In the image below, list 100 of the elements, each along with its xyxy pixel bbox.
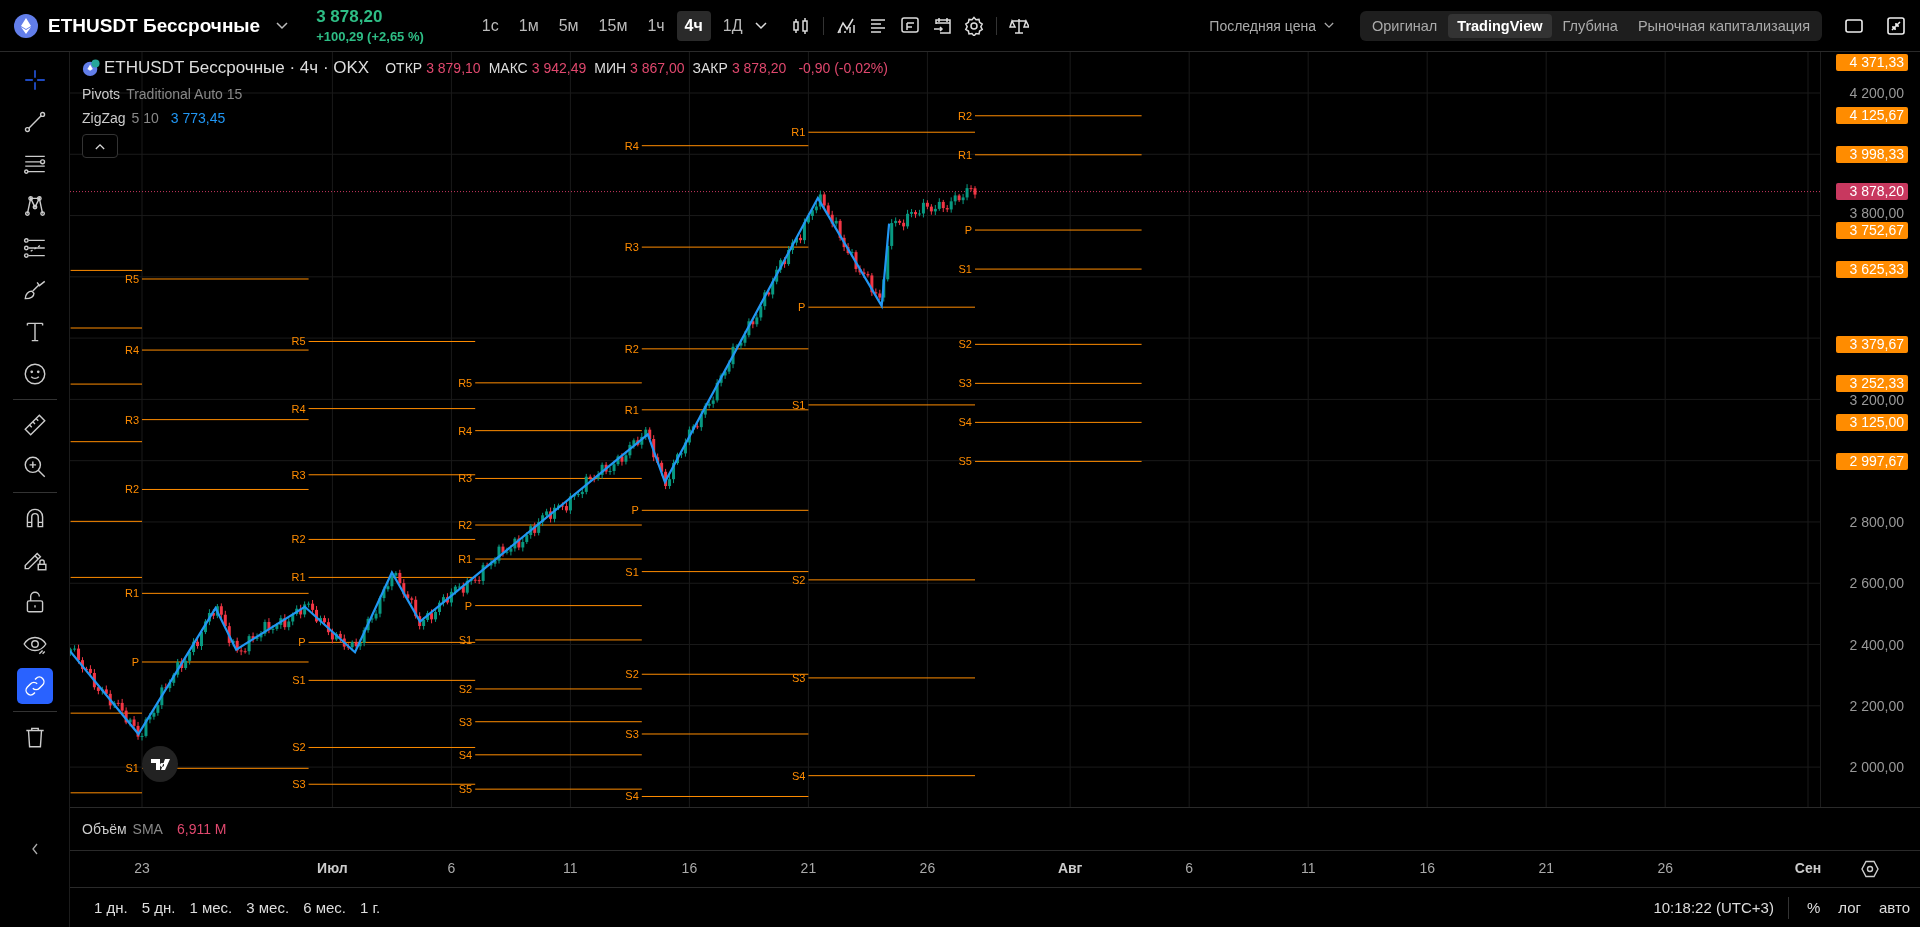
range-button[interactable]: 6 мес. [297,895,352,920]
time-tick: 6 [1185,860,1194,876]
view-tab[interactable]: Глубина [1553,13,1627,38]
pivot-label: S1 [958,263,972,276]
scale-option-button[interactable]: лог [1832,895,1867,920]
price-tick: 3 800,00 [1849,205,1904,222]
price-tick: 2 800,00 [1849,513,1904,530]
pivot-label: P [464,599,473,612]
interval-tab[interactable]: 1Д [714,10,751,41]
view-tab[interactable]: TradingView [1448,13,1552,38]
clock: 10:18:22 (UTC+3) [1653,899,1774,916]
interval-tab[interactable]: 15м [590,10,636,41]
pivot-label: R2 [458,519,473,531]
pivot-label: R5 [291,335,306,348]
pivot-label: P [298,636,306,649]
pivot-label: S2 [958,338,972,351]
pivot-label: S4 [958,416,972,429]
pivot-label: P [798,301,806,314]
price-label: 3 998,33 [1835,146,1908,164]
volume-name[interactable]: Объём [82,821,127,837]
ohlc-value: 3 878,20 [731,60,787,76]
price-label: 4 371,33 [1835,54,1908,71]
pivot-label: S2 [292,741,306,754]
price-label: 3 878,20 [1835,183,1908,201]
pivot-label: R3 [124,413,139,426]
ohlc-label: МИН [594,60,627,76]
pivot-label: R4 [291,402,306,415]
pivot-label: R1 [624,403,639,416]
pivot-label: S4 [791,769,806,782]
range-button[interactable]: 3 мес. [240,895,296,920]
scale-option-button[interactable]: % [1800,895,1827,920]
interval-tab[interactable]: 5м [550,10,587,41]
pivot-label: P [631,504,639,517]
price-tick: 2 600,00 [1849,575,1904,592]
chart-title: ETHUSDT Бессрочные · 4ч · OKX [104,58,370,78]
time-tick: 23 [134,860,150,876]
ohlc-label: ЗАКР [692,60,728,76]
price-tick: 3 200,00 [1849,392,1904,409]
ohlc-value: 3 867,00 [630,60,685,76]
price-change: +100,29 (+2,65 %) [316,29,424,44]
price-label: 2 997,67 [1835,452,1908,470]
view-tab[interactable]: Оригинал [1362,13,1447,38]
range-button[interactable]: 1 дн. [88,895,134,920]
pivot-label: S1 [292,674,306,687]
pivot-label: S5 [458,783,473,796]
price-label: 4 125,67 [1835,107,1908,125]
time-tick: 26 [1657,860,1673,876]
indicator-params: Traditional Auto 15 [126,86,243,102]
indicator-name[interactable]: ZigZag [82,110,126,126]
time-tick: 21 [1538,860,1554,876]
range-button[interactable]: 1 г. [353,895,387,920]
pivot-label: P [131,656,139,668]
pivot-label: R1 [791,126,806,139]
interval-tab[interactable]: 1м [510,10,547,41]
pivot-label: S1 [791,398,806,411]
pivot-label: S2 [791,573,806,586]
time-tick: Сен [1794,860,1822,876]
pivot-label: R4 [124,344,139,357]
pivot-label: S3 [292,778,306,791]
price-label: 3 379,67 [1835,335,1908,353]
interval-tab[interactable]: 4ч [676,10,711,41]
interval-tab[interactable]: 1ч [639,10,673,41]
price-tick: 2 400,00 [1849,636,1904,653]
range-button[interactable]: 5 дн. [135,895,182,920]
pivot-label: R3 [458,472,473,485]
ohlc-value: 3 879,10 [426,60,481,76]
scale-option-button[interactable]: авто [1872,895,1916,920]
interval-tab[interactable]: 1с [473,10,507,41]
pivot-label: R2 [291,533,306,546]
last-price: 3 878,20 [316,7,384,27]
pivot-label: S4 [625,790,639,803]
pivot-label: R2 [124,483,139,496]
pivot-label: S3 [458,715,473,728]
pivot-label: R2 [957,109,972,122]
pivot-label: R3 [624,241,639,254]
pivot-label: R2 [624,342,639,355]
pivot-label: S3 [625,728,639,740]
time-tick: Июл [317,860,348,876]
view-tab[interactable]: Рыночная капитализация [1628,13,1819,38]
time-tick: 6 [447,860,456,876]
pivot-label: P [964,224,972,237]
price-label: 3 252,33 [1835,374,1908,392]
pivot-label: S2 [625,668,639,681]
indicator-params: 5 10 [131,110,159,126]
time-tick: 11 [1300,860,1316,876]
ohlc-label: ОТКР [385,60,423,76]
indicator-name[interactable]: Pivots [82,86,121,102]
time-tick: Авг [1057,860,1083,876]
pivot-label: R1 [124,587,139,600]
price-tick: 4 200,00 [1849,85,1904,101]
time-tick: 11 [563,860,578,876]
pivot-label: S3 [791,671,806,684]
pivot-label: S1 [125,762,139,775]
price-source-dropdown[interactable]: Последняя цена [1203,16,1340,35]
pivot-label: R4 [458,424,473,437]
range-button[interactable]: 1 мес. [183,895,239,920]
symbol-name[interactable]: ETHUSDT Бессрочные [48,14,261,37]
price-label: 3 625,33 [1835,260,1908,278]
price-tick: 2 000,00 [1849,759,1904,776]
time-tick: 26 [919,860,936,876]
